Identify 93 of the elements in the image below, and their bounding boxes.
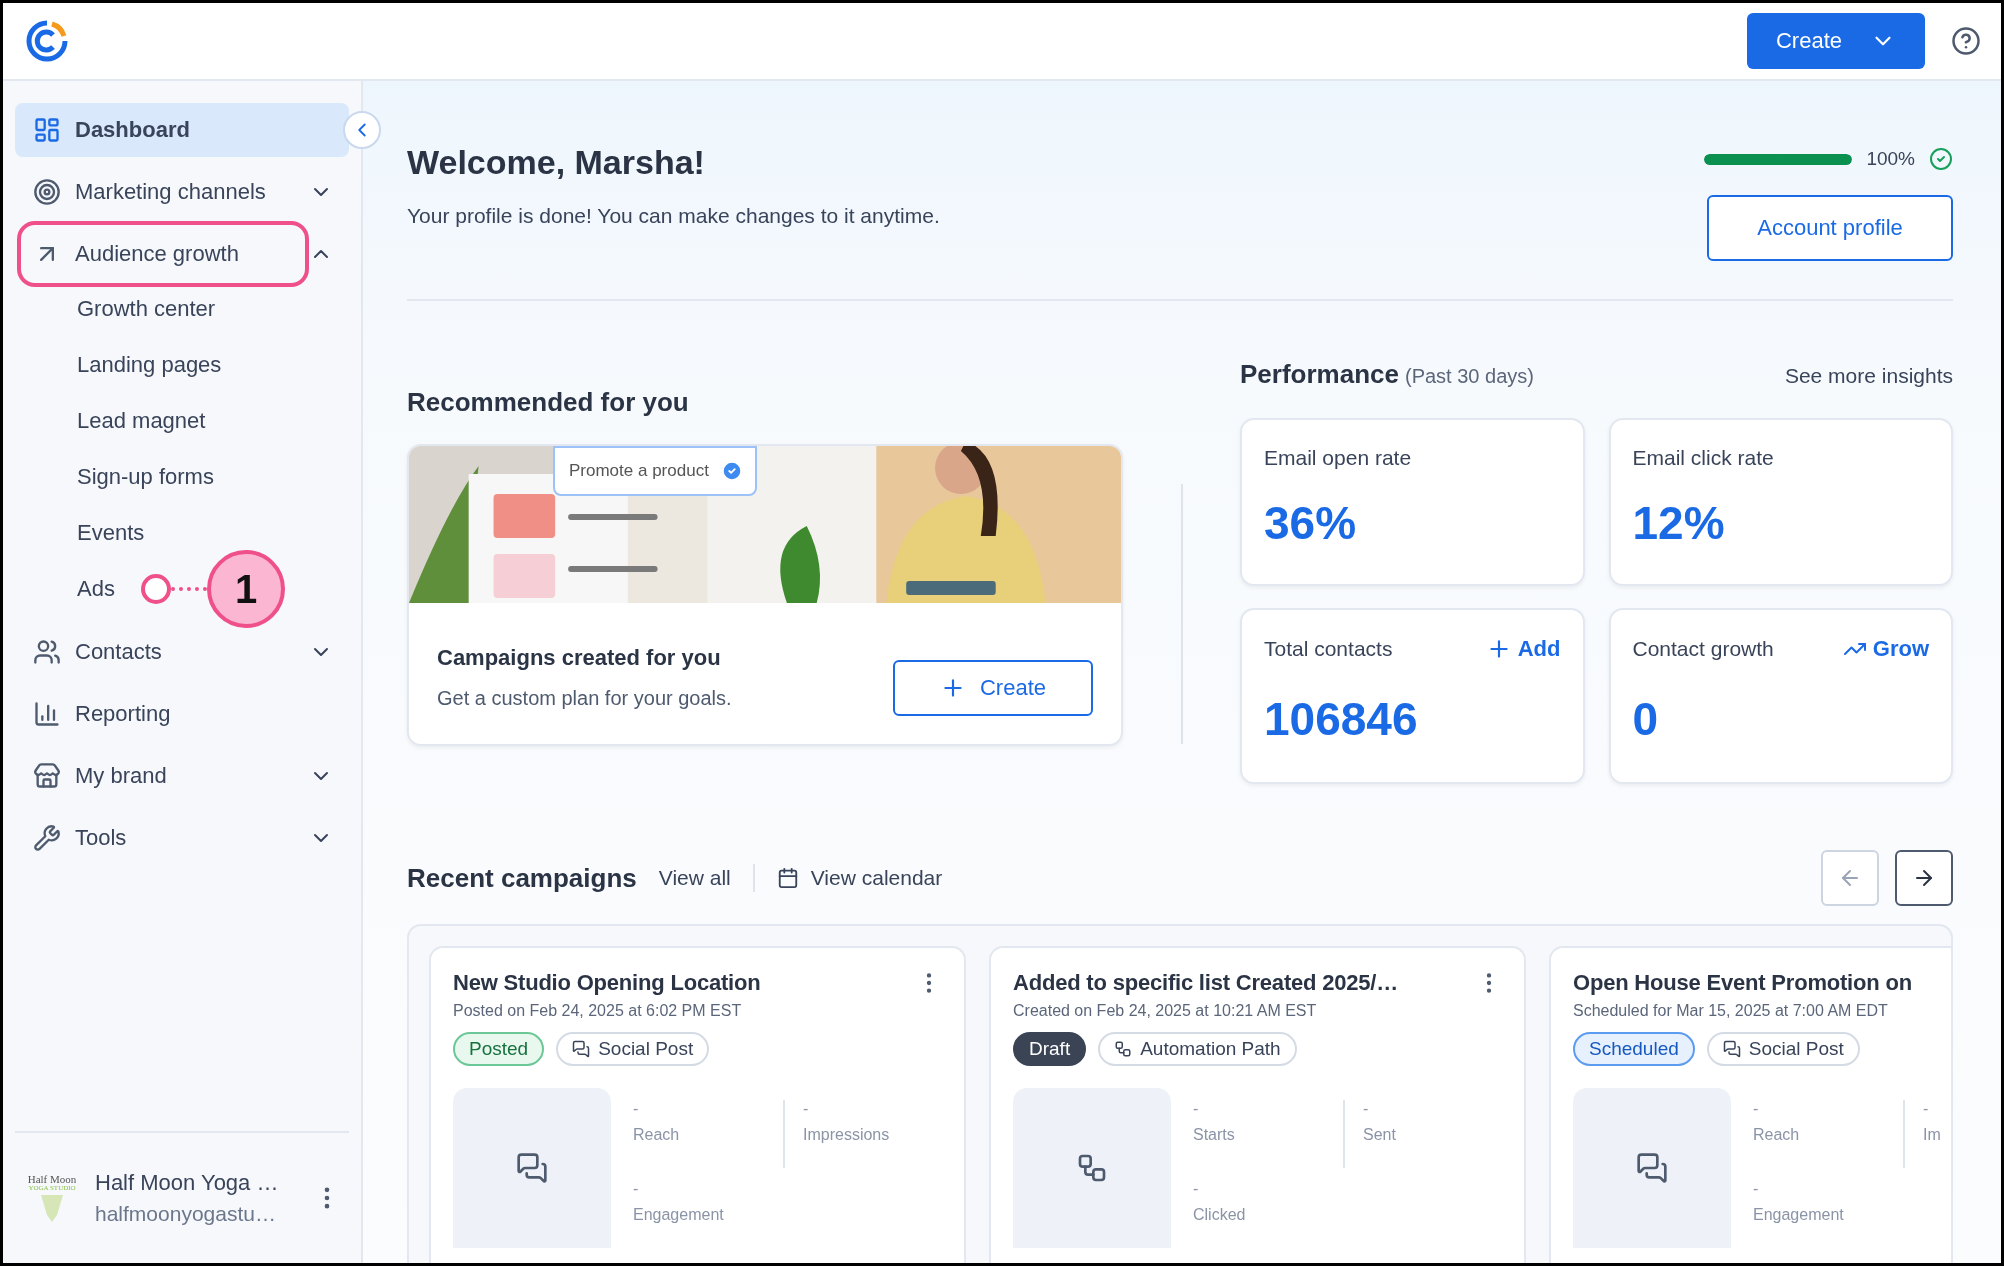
wrench-icon: [33, 824, 61, 852]
insights-link[interactable]: See more insights: [1784, 364, 1953, 388]
sidebar-subitem[interactable]: Lead magnet: [77, 408, 206, 434]
stat-label: Im: [1923, 1126, 1941, 1144]
campaign-meta: Posted on Feb 24, 2025 at 6:02 PM EST: [453, 1002, 743, 1020]
help-icon[interactable]: [1951, 26, 1981, 56]
campaign-title: New Studio Opening Location: [453, 970, 761, 996]
stat-value: -: [633, 1100, 640, 1118]
stat-value: -: [633, 1180, 640, 1198]
campaign-meta: Created on Feb 24, 2025 at 10:21 AM EST: [1013, 1002, 1318, 1020]
stat-value: -: [1193, 1100, 1200, 1118]
stat-value: -: [1753, 1100, 1760, 1118]
stat-value: -: [803, 1100, 810, 1118]
progress-reading: 100%: [1866, 148, 1915, 170]
stat-value: -: [1923, 1100, 1930, 1118]
logo-icon[interactable]: [25, 19, 69, 63]
campaign-title: Added to specific list Created 2025/…: [1013, 970, 1399, 996]
stat-label: Clicked: [1193, 1206, 1247, 1224]
stat-label: Impressions: [803, 1126, 890, 1144]
metric-value: 12%: [1632, 496, 1726, 550]
sidebar-subitem[interactable]: Growth center: [77, 296, 216, 322]
status-badge: Draft: [1013, 1032, 1087, 1066]
welcome-text: Your profile is done! You can make changes to it anytime.: [407, 204, 940, 228]
stat-label: Reach: [633, 1126, 681, 1144]
welcome-title: Welcome, Marsha!: [407, 143, 706, 182]
section-title: Recent campaigns: [407, 862, 637, 894]
stat-value: -: [1193, 1180, 1200, 1198]
sidebar-item[interactable]: Marketing channels: [15, 165, 349, 219]
step-number: 1: [207, 550, 285, 628]
chat-icon: [516, 1152, 548, 1184]
status-badge: Scheduled: [1573, 1032, 1695, 1066]
account-profile-button[interactable]: Account profile: [1707, 195, 1953, 261]
calendar-icon: [776, 867, 799, 889]
status-badge: Posted: [453, 1032, 545, 1066]
metric-label: Email open rate: [1264, 446, 1412, 470]
layout-icon: [33, 116, 61, 144]
flow-icon: [1114, 1040, 1133, 1058]
account-email: halfmoonyogastu…: [95, 1202, 277, 1226]
account-name: Half Moon Yoga …: [95, 1170, 280, 1196]
metric-value: 0: [1632, 692, 1660, 746]
sidebar-item[interactable]: Tools: [15, 811, 349, 865]
section-title: Recommended for you: [407, 387, 690, 418]
metric-value: 106846: [1264, 692, 1419, 746]
campaign-meta: Scheduled for Mar 15, 2025 at 7:00 AM EDT: [1573, 1002, 1889, 1020]
type-tag: Social Post: [1706, 1032, 1860, 1066]
sidebar-item[interactable]: Contacts: [15, 625, 349, 679]
sidebar-subitem[interactable]: Ads: [77, 576, 115, 602]
period-label: (Past 30 days): [1404, 365, 1534, 388]
type-tag: Automation Path: [1098, 1032, 1297, 1066]
chat-icon: [1722, 1040, 1741, 1058]
next-button[interactable]: [1895, 850, 1953, 906]
type-tag: Social Post: [556, 1032, 710, 1066]
callout-dot: [141, 574, 171, 604]
check-icon: [720, 460, 743, 482]
metric-value: 36%: [1264, 496, 1358, 550]
view-all-link[interactable]: View all: [658, 866, 731, 890]
card-text: Get a custom plan for your goals.: [437, 687, 732, 710]
metric-label: Contact growth: [1632, 637, 1774, 661]
metric-action[interactable]: Add: [1485, 636, 1561, 662]
stat-label: Starts: [1193, 1126, 1236, 1144]
sidebar-item[interactable]: Audience growth: [15, 227, 349, 281]
card-title: Campaigns created for you: [437, 645, 722, 671]
flow-icon: [1076, 1152, 1108, 1184]
sidebar-subitem[interactable]: Sign-up forms: [77, 464, 214, 490]
metric-action[interactable]: Grow: [1842, 636, 1929, 662]
campaign-card[interactable]: New Studio Opening Location Posted on Feb 24, 2025 at 6:02 PM EST Posted Social Post - Reach - Impressions - Engagement: [429, 946, 966, 1263]
sidebar-item[interactable]: My brand: [15, 749, 349, 803]
target-icon: [33, 178, 61, 206]
create-campaign-button[interactable]: Create: [893, 660, 1093, 716]
store-icon: [33, 762, 61, 790]
campaign-card[interactable]: Added to specific list Created 2025/… Created on Feb 24, 2025 at 10:21 AM EST Draft Automation Path - Starts - Sent - Clicked: [989, 946, 1526, 1263]
metric-label: Total contacts: [1264, 637, 1393, 661]
section-title: Performance: [1240, 359, 1399, 390]
chat-icon: [1636, 1152, 1668, 1184]
campaign-card[interactable]: Open House Event Promotion on Scheduled for Mar 15, 2025 at 7:00 AM EDT Scheduled Social Post - Reach - Im - Engagement: [1549, 946, 1951, 1263]
create-button[interactable]: Create: [1747, 13, 1925, 69]
view-calendar-link[interactable]: View calendar: [776, 866, 943, 890]
promo-badge: Promote a product: [553, 446, 757, 496]
metric-label: Email click rate: [1632, 446, 1774, 470]
bar-chart-icon: [33, 700, 61, 728]
campaign-title: Open House Event Promotion on: [1573, 970, 1912, 996]
stat-value: -: [1753, 1180, 1760, 1198]
stat-label: Engagement: [633, 1206, 725, 1224]
sidebar-subitem[interactable]: Landing pages: [77, 352, 222, 378]
sidebar-subitem[interactable]: Events: [77, 520, 145, 546]
stat-label: Sent: [1363, 1126, 1396, 1144]
stat-value: -: [1363, 1100, 1370, 1118]
stat-label: Reach: [1753, 1126, 1801, 1144]
sidebar-item[interactable]: Reporting: [15, 687, 349, 741]
chat-icon: [572, 1040, 591, 1058]
stat-label: Engagement: [1753, 1206, 1845, 1224]
people-icon: [33, 638, 61, 666]
sidebar-item[interactable]: Dashboard: [15, 103, 349, 157]
